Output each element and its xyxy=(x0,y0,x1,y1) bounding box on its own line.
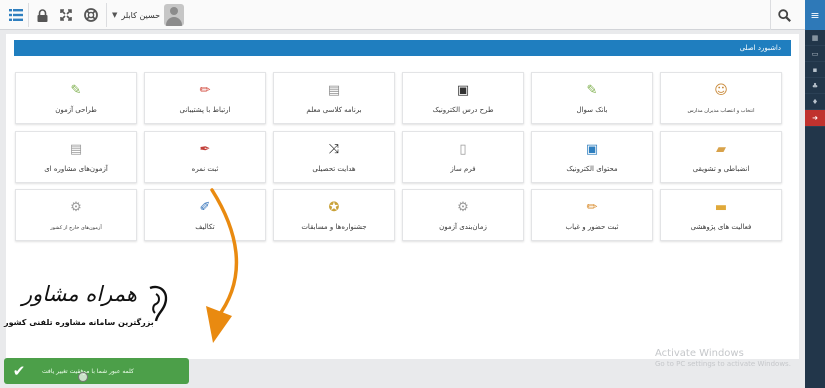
logo-subtitle: بزرگترین سامانه مشاوره تلفنی کشور xyxy=(4,318,154,327)
check-icon: ✔ xyxy=(12,362,26,380)
watermark-title: Activate Windows xyxy=(655,348,744,359)
watermark-subtitle: Go to PC settings to activate Windows. xyxy=(655,360,791,368)
toast-message: کلمه عبور شما با موفقیت تغییر یافت xyxy=(42,367,134,375)
success-toast[interactable]: ✔ کلمه عبور شما با موفقیت تغییر یافت xyxy=(4,358,189,384)
app-window: ▼ حسین کابلر ≡ ▦ ▭ ▪ ♣ ♦ ➜ داشبورد اصلی … xyxy=(0,0,825,388)
brand-logo: همراه مشاور بزرگترین سامانه مشاوره تلفنی… xyxy=(4,282,174,338)
activation-watermark: Activate Windows Go to PC settings to ac… xyxy=(655,348,791,368)
logo-mark-icon xyxy=(149,285,168,322)
mouse-cursor xyxy=(78,372,88,382)
logo-title: همراه مشاور xyxy=(22,282,137,306)
